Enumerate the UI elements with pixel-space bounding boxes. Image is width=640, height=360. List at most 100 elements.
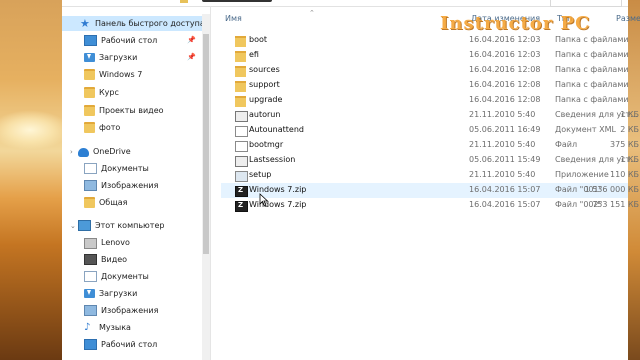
column-header-size[interactable]: Размер bbox=[616, 14, 640, 23]
pictures-icon bbox=[84, 180, 97, 191]
nav-scrollbar[interactable] bbox=[202, 14, 210, 360]
pin-icon[interactable]: 📌 bbox=[187, 53, 196, 61]
file-size: 1 536 000 КБ bbox=[584, 185, 639, 194]
nav-item-label: Изображения bbox=[101, 181, 159, 190]
file-type: Документ XML bbox=[555, 125, 616, 134]
file-name: setup bbox=[249, 170, 272, 179]
nav-item-photo[interactable]: фото bbox=[62, 120, 202, 135]
file-date: 05.06.2011 15:49 bbox=[469, 155, 541, 164]
nav-item-lenovo[interactable]: Lenovo bbox=[62, 235, 202, 250]
file-row[interactable]: Autounattend 05.06.2011 16:49 Документ X… bbox=[221, 123, 639, 138]
nav-item-label: Загрузки bbox=[99, 53, 138, 62]
file-date: 05.06.2011 16:49 bbox=[469, 125, 541, 134]
settings-file-icon bbox=[235, 111, 248, 122]
folder-icon bbox=[84, 69, 95, 80]
file-size: 375 КБ bbox=[610, 140, 639, 149]
nav-item-downloads-pc[interactable]: Загрузки bbox=[62, 286, 202, 301]
nav-item-label: Музыка bbox=[99, 323, 131, 332]
file-type: Папка с файлами bbox=[555, 65, 629, 74]
nav-item-label: Lenovo bbox=[101, 238, 130, 247]
nav-item-windows7[interactable]: Windows 7 bbox=[62, 67, 202, 82]
nav-item-label: Рабочий стол bbox=[101, 36, 158, 45]
nav-item-label: Панель быстрого доступа bbox=[95, 19, 205, 28]
video-icon bbox=[84, 254, 97, 265]
nav-item-desktop-pc[interactable]: Рабочий стол bbox=[62, 337, 202, 352]
nav-item-onedrive[interactable]: OneDrive bbox=[62, 144, 202, 159]
nav-item-this-pc[interactable]: Этот компьютер bbox=[62, 218, 202, 233]
pin-icon[interactable]: 📌 bbox=[187, 36, 196, 44]
file-list: ⌃ Имя Дата изменения Тип Размер boot 16.… bbox=[211, 6, 640, 360]
file-size: 1 КБ bbox=[620, 110, 639, 119]
desktop-wallpaper-right bbox=[628, 0, 640, 360]
file-row[interactable]: boot 16.04.2016 12:03 Папка с файлами bbox=[221, 33, 629, 48]
download-icon bbox=[84, 289, 95, 298]
file-row[interactable]: sources 16.04.2016 12:08 Папка с файлами bbox=[221, 63, 629, 78]
nav-item-kurs[interactable]: Курс bbox=[62, 85, 202, 100]
file-name: upgrade bbox=[249, 95, 283, 104]
file-name: boot bbox=[249, 35, 268, 44]
folder-icon bbox=[235, 66, 246, 77]
folder-icon bbox=[84, 197, 95, 208]
nav-item-onedrive-pictures[interactable]: Изображения bbox=[62, 178, 202, 193]
nav-item-label: OneDrive bbox=[93, 147, 131, 156]
music-icon: ♪ bbox=[84, 322, 91, 333]
nav-item-video-projects[interactable]: Проекты видео bbox=[62, 103, 202, 118]
nav-item-music[interactable]: ♪ Музыка bbox=[62, 320, 202, 335]
file-name: efi bbox=[249, 50, 259, 59]
navigation-pane: ⌄ ★ Панель быстрого доступа Рабочий стол… bbox=[62, 14, 205, 360]
file-row[interactable]: support 16.04.2016 12:08 Папка с файлами bbox=[221, 78, 629, 93]
pictures-icon bbox=[84, 305, 97, 316]
file-name: Windows 7.zip bbox=[249, 185, 307, 194]
settings-file-icon bbox=[235, 156, 248, 167]
file-row[interactable]: Lastsession 05.06.2011 15:49 Сведения дл… bbox=[221, 153, 639, 168]
file-row[interactable]: autorun 21.11.2010 5:40 Сведения для уст… bbox=[221, 108, 639, 123]
nav-item-label: Рабочий стол bbox=[101, 340, 158, 349]
nav-item-documents[interactable]: Документы bbox=[62, 269, 202, 284]
file-row[interactable]: upgrade 16.04.2016 12:08 Папка с файлами bbox=[221, 93, 629, 108]
folder-icon bbox=[84, 87, 95, 98]
file-name: autorun bbox=[249, 110, 281, 119]
folder-icon bbox=[84, 105, 95, 116]
file-date: 16.04.2016 12:03 bbox=[469, 35, 541, 44]
file-icon bbox=[235, 141, 248, 152]
setup-icon bbox=[235, 171, 248, 182]
nav-item-label: Документы bbox=[101, 164, 149, 173]
nav-item-video[interactable]: Видео bbox=[62, 252, 202, 267]
nav-item-desktop[interactable]: Рабочий стол 📌 bbox=[62, 33, 202, 48]
file-date: 16.04.2016 12:08 bbox=[469, 80, 541, 89]
file-name: bootmgr bbox=[249, 140, 284, 149]
file-type: Папка с файлами bbox=[555, 35, 629, 44]
file-date: 16.04.2016 12:03 bbox=[469, 50, 541, 59]
nav-item-downloads[interactable]: Загрузки 📌 bbox=[62, 50, 202, 65]
nav-item-pictures[interactable]: Изображения bbox=[62, 303, 202, 318]
nav-item-quick-access[interactable]: ★ Панель быстрого доступа bbox=[62, 16, 205, 31]
scrollbar-thumb[interactable] bbox=[203, 34, 209, 254]
file-row[interactable]: efi 16.04.2016 12:03 Папка с файлами bbox=[221, 48, 629, 63]
file-name: Lastsession bbox=[249, 155, 296, 164]
file-date: 16.04.2016 15:07 bbox=[469, 185, 541, 194]
nav-item-label: Общая bbox=[99, 198, 128, 207]
file-name: Windows 7.zip bbox=[249, 200, 307, 209]
file-row[interactable]: setup 21.11.2010 5:40 Приложение 110 КБ bbox=[221, 168, 639, 183]
sort-arrow-icon: ⌃ bbox=[309, 9, 315, 17]
file-date: 16.04.2016 12:08 bbox=[469, 65, 541, 74]
file-row[interactable]: Windows 7.zip 16.04.2016 15:07 Файл "001… bbox=[221, 183, 639, 198]
nav-item-shared[interactable]: Общая bbox=[62, 195, 202, 210]
file-name: Autounattend bbox=[249, 125, 304, 134]
file-row[interactable]: bootmgr 21.11.2010 5:40 Файл 375 КБ bbox=[221, 138, 639, 153]
file-name: sources bbox=[249, 65, 280, 74]
nav-item-label: Видео bbox=[101, 255, 128, 264]
column-header-name[interactable]: Имя bbox=[225, 14, 242, 23]
nav-item-onedrive-documents[interactable]: Документы bbox=[62, 161, 202, 176]
folder-icon bbox=[180, 0, 188, 3]
file-type: Папка с файлами bbox=[555, 80, 629, 89]
documents-icon bbox=[84, 163, 97, 174]
folder-icon bbox=[235, 96, 246, 107]
nav-item-label: Проекты видео bbox=[99, 106, 164, 115]
download-icon bbox=[84, 53, 95, 62]
desktop-icon bbox=[84, 35, 97, 46]
zip-icon bbox=[235, 201, 248, 212]
breadcrumb[interactable] bbox=[202, 0, 272, 2]
file-type: Папка с файлами bbox=[555, 50, 629, 59]
file-row[interactable]: Windows 7.zip 16.04.2016 15:07 Файл "002… bbox=[221, 198, 639, 213]
